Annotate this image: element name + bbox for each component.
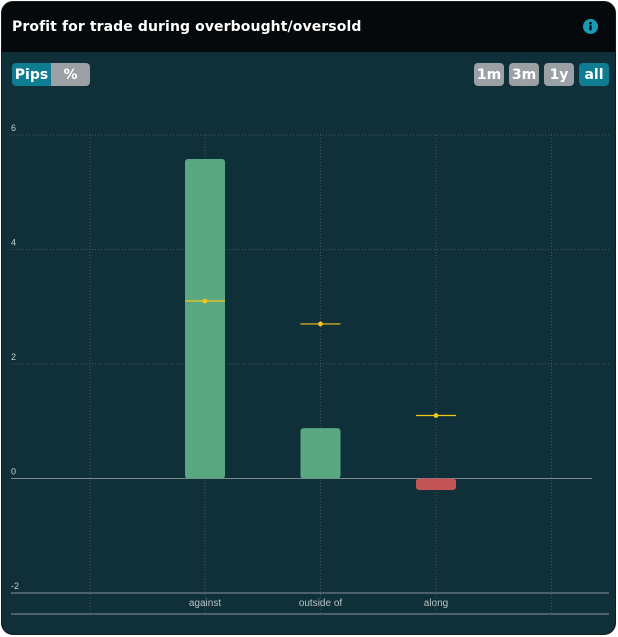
chart-card: Profit for trade during overbought/overs… [1,1,616,635]
bar-outside-of [300,428,341,479]
bar-along [416,478,456,490]
bar-against [185,159,225,479]
marker-point [433,413,439,418]
y-tick-label: 4 [11,238,16,248]
x-tick-label: outside of [299,598,343,609]
x-tick-label: against [189,598,221,609]
marker-point [318,321,323,327]
y-tick-label: -2 [11,581,19,591]
y-tick-label: 6 [11,123,16,133]
x-tick-label: along [424,598,448,609]
y-tick-label: 0 [11,467,16,477]
y-tick-label: 2 [11,352,16,362]
marker-point [202,298,208,304]
bar-chart: -2 0 2 4 6 against outside of along [11,123,609,615]
